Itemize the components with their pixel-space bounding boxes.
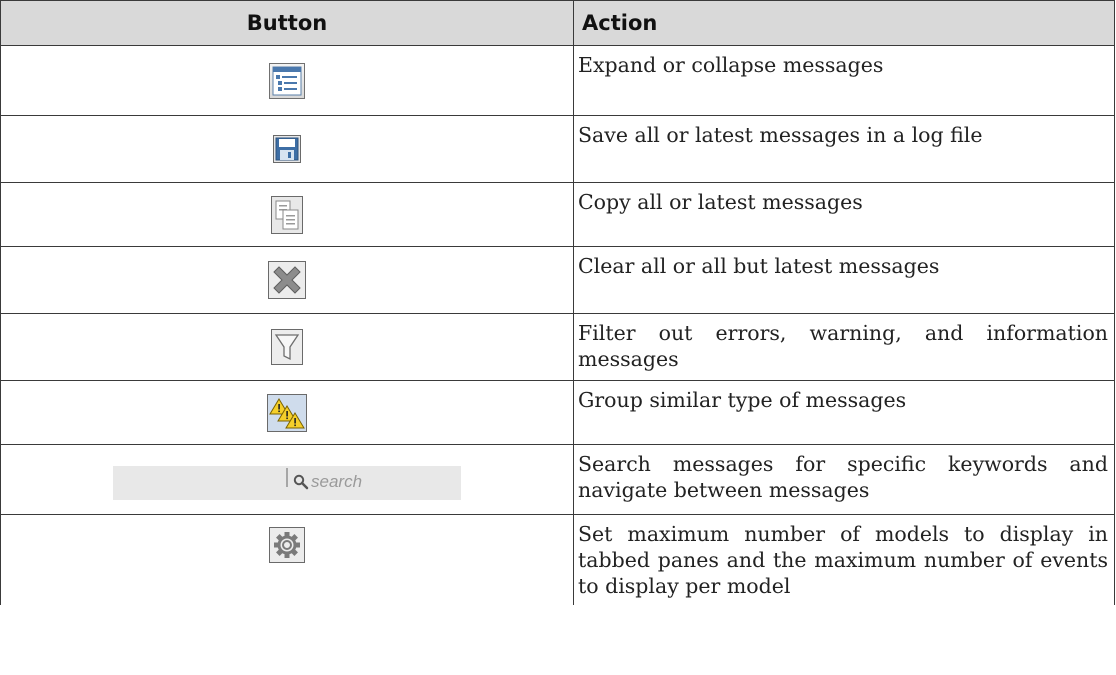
button-cell: [0, 115, 574, 183]
action-text: Set maximum number of models to display …: [573, 514, 1115, 605]
table-row: Clear all or all but latest messages: [0, 246, 1115, 314]
filter-icon[interactable]: [271, 329, 303, 365]
button-cell: [0, 514, 574, 605]
button-cell: [0, 45, 574, 116]
group-warnings-icon[interactable]: [267, 393, 307, 432]
action-text: Group similar type of messages: [573, 380, 1115, 445]
table-row: Save all or latest messages in a log fil…: [0, 115, 1115, 183]
action-text: Copy all or latest messages: [573, 182, 1115, 247]
search-icon: [293, 474, 309, 495]
button-cell: [0, 182, 574, 247]
gear-icon[interactable]: [269, 527, 305, 563]
action-text: Search messages for specific keywords an…: [573, 444, 1115, 515]
table-row: Copy all or latest messages: [0, 182, 1115, 247]
table-row: search Search messages for specific keyw…: [0, 444, 1115, 515]
button-cell: [0, 313, 574, 381]
button-cell: search: [0, 444, 574, 515]
table-row: Expand or collapse messages: [0, 45, 1115, 116]
button-cell: [0, 246, 574, 314]
button-cell: [0, 380, 574, 445]
save-icon[interactable]: [273, 135, 301, 163]
column-header-action: Action: [573, 0, 1115, 46]
table-row: Filter out errors, warning, and informat…: [0, 313, 1115, 381]
table-row: Set maximum number of models to display …: [0, 514, 1115, 605]
action-text: Save all or latest messages in a log fil…: [573, 115, 1115, 183]
search-box[interactable]: search: [113, 465, 461, 500]
search-placeholder: search: [311, 471, 363, 491]
copy-icon[interactable]: [271, 195, 303, 234]
table-header-row: Button Action: [0, 0, 1115, 46]
action-text: Clear all or all but latest messages: [573, 246, 1115, 314]
button-action-table: Button Action Expand or collapse message…: [0, 0, 1115, 605]
clear-icon[interactable]: [268, 261, 306, 299]
expand-collapse-icon[interactable]: [269, 62, 305, 99]
table-row: Group similar type of messages: [0, 380, 1115, 445]
search-input[interactable]: search: [286, 467, 362, 491]
column-header-button: Button: [0, 0, 574, 46]
action-text: Expand or collapse messages: [573, 45, 1115, 116]
action-text: Filter out errors, warning, and informat…: [573, 313, 1115, 381]
